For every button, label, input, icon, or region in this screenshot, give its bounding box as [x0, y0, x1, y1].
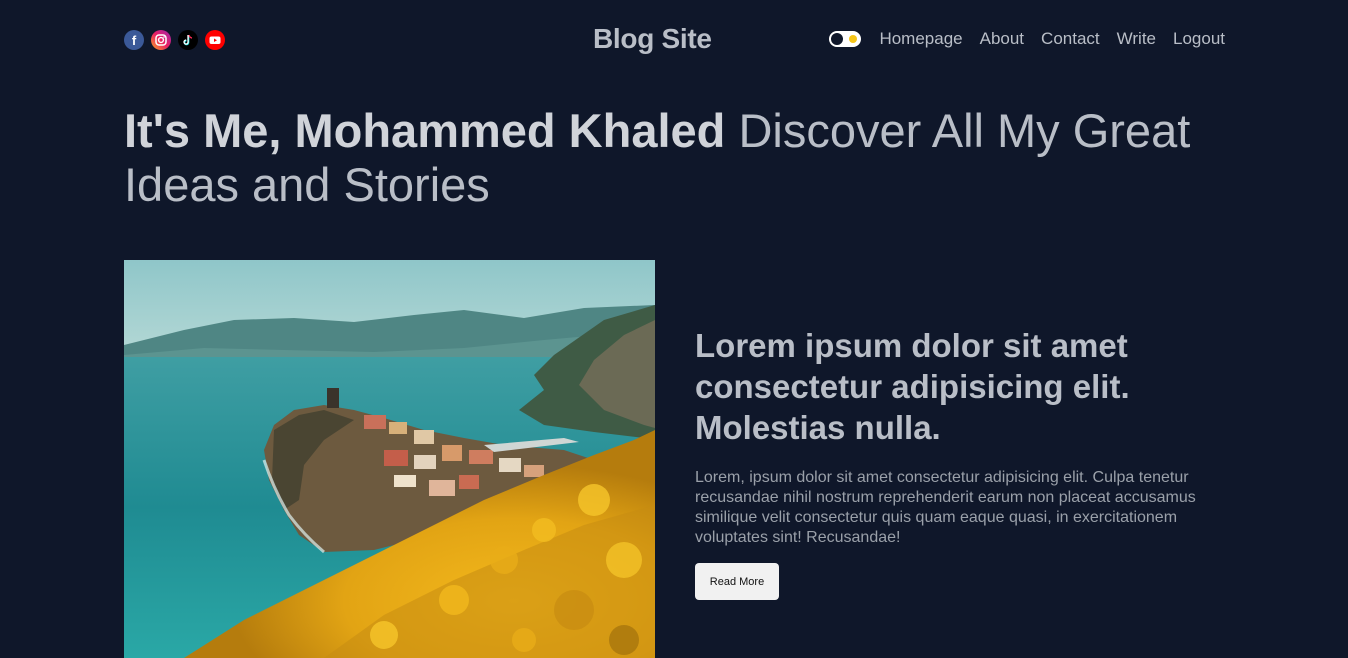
social-links: f	[124, 30, 225, 50]
youtube-icon[interactable]	[205, 30, 225, 50]
post-description: Lorem, ipsum dolor sit amet consectetur …	[695, 469, 1196, 546]
toggle-knob	[831, 33, 844, 45]
theme-toggle[interactable]	[829, 31, 862, 47]
read-more-button[interactable]: Read More	[695, 563, 779, 600]
featured-post-image[interactable]	[124, 260, 655, 658]
nav-menu: Homepage About Contact Write Logout	[829, 29, 1225, 49]
post-title[interactable]: Lorem ipsum dolor sit amet consectetur a…	[695, 325, 1235, 448]
sun-icon	[849, 35, 858, 43]
hero-title-strong: It's Me, Mohammed Khaled	[124, 104, 726, 157]
hero-title: It's Me, Mohammed Khaled Discover All My…	[124, 104, 1234, 212]
nav-link-about[interactable]: About	[980, 29, 1024, 49]
facebook-icon[interactable]: f	[124, 30, 144, 50]
instagram-icon[interactable]	[151, 30, 171, 50]
tiktok-icon[interactable]	[178, 30, 198, 50]
site-logo[interactable]: Blog Site	[593, 23, 712, 55]
nav-link-write[interactable]: Write	[1117, 29, 1156, 49]
svg-text:f: f	[132, 33, 137, 48]
navbar: f Blog Site Homepage About Contact Write…	[124, 0, 1225, 80]
nav-link-homepage[interactable]: Homepage	[879, 29, 962, 49]
featured-post-content: Lorem ipsum dolor sit amet consectetur a…	[695, 325, 1235, 600]
nav-link-contact[interactable]: Contact	[1041, 29, 1100, 49]
nav-link-logout[interactable]: Logout	[1173, 29, 1225, 49]
